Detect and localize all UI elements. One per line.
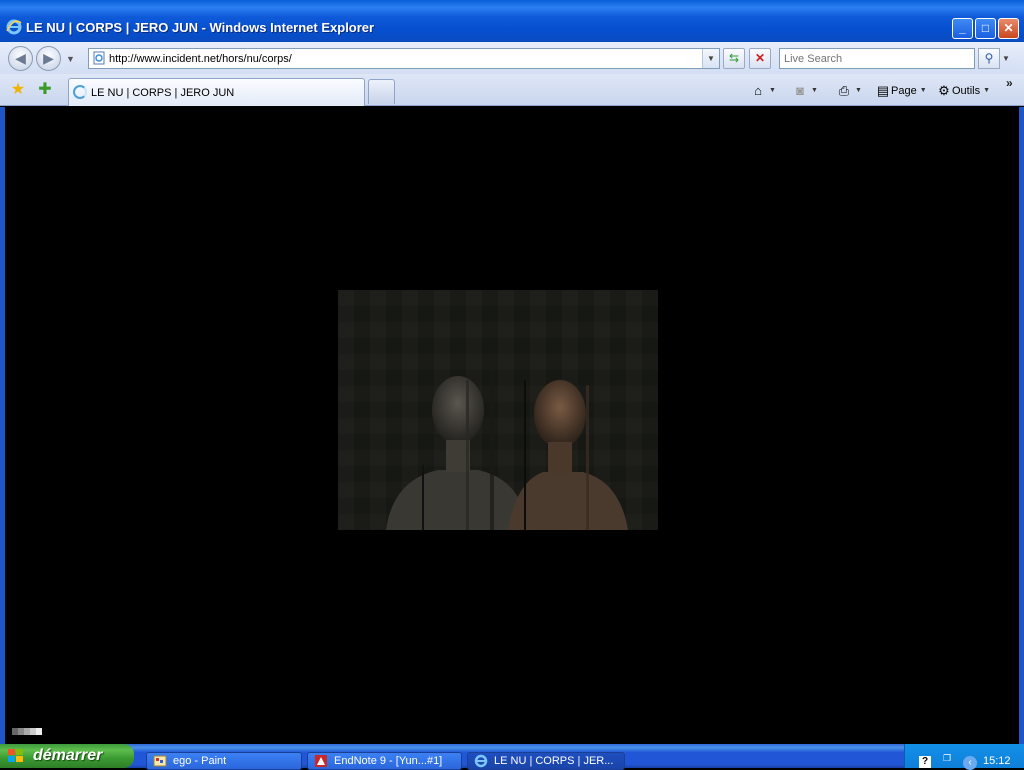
tab-label: LE NU | CORPS | JERO JUN <box>91 87 235 99</box>
taskbar-item-paint[interactable]: ego - Paint <box>146 752 302 770</box>
ie-logo-icon <box>6 19 22 35</box>
feeds-button[interactable]: ◙ ▼ <box>792 81 818 101</box>
address-toolbar: ◀ ▶ ▼ http://www.incident.net/hors/nu/co… <box>0 42 1024 74</box>
search-button[interactable]: ⚲ <box>978 48 1000 69</box>
artwork-image <box>338 290 658 530</box>
taskbar-item-label: ego - Paint <box>173 755 227 767</box>
loading-indicator <box>12 728 42 735</box>
start-label: démarrer <box>33 747 103 764</box>
restore-window-icon[interactable]: ❐ <box>943 753 951 764</box>
stop-button[interactable]: ✕ <box>749 48 771 69</box>
page-menu-button[interactable]: ▤ Page ▼ <box>875 81 927 101</box>
gear-icon: ⚙ <box>938 83 950 98</box>
home-button[interactable]: ⌂ ▼ <box>750 81 776 101</box>
start-button[interactable]: démarrer <box>0 744 134 768</box>
favorites-star-icon[interactable]: ★ <box>8 80 28 100</box>
endnote-app-icon <box>315 755 327 767</box>
maximize-button[interactable]: □ <box>975 18 996 39</box>
tools-menu-label: Outils <box>952 85 981 97</box>
taskbar-item-endnote[interactable]: EndNote 9 - [Yun...#1] <box>307 752 462 770</box>
back-button[interactable]: ◀ <box>8 46 33 71</box>
taskbar: démarrer ego - Paint EndNote 9 - [Yun...… <box>0 744 1024 770</box>
page-menu-icon: ▤ <box>876 83 890 98</box>
history-dropdown-icon[interactable]: ▼ <box>66 54 75 64</box>
tab-toolbar: ★ ✚ LE NU | CORPS | JERO JUN ⌂ ▼ ◙ ▼ ⎙ ▼ ▤ P… <box>0 74 1024 106</box>
new-tab-button[interactable] <box>368 79 395 104</box>
taskbar-item-label: EndNote 9 - [Yun...#1] <box>334 755 443 767</box>
clock: 15:12 <box>983 755 1011 767</box>
tools-menu-dropdown-icon: ▼ <box>983 87 991 94</box>
refresh-button[interactable]: ⇆ <box>723 48 745 69</box>
add-favorite-icon[interactable]: ✚ <box>35 80 55 100</box>
taskbar-item-label: LE NU | CORPS | JER... <box>494 755 614 767</box>
tab-active[interactable]: LE NU | CORPS | JERO JUN <box>68 78 365 106</box>
home-icon: ⌂ <box>754 83 762 98</box>
address-dropdown-icon[interactable]: ▼ <box>702 49 719 68</box>
help-icon[interactable]: ? <box>919 756 931 768</box>
page-icon <box>93 51 105 65</box>
window-frame-right <box>1019 107 1024 744</box>
printer-icon: ⎙ <box>838 83 850 98</box>
forward-arrow-icon: ▶ <box>43 50 54 66</box>
title-bar: LE NU | CORPS | JERO JUN - Windows Inter… <box>0 0 1024 42</box>
feeds-dropdown-icon: ▼ <box>811 87 818 94</box>
address-field[interactable]: http://www.incident.net/hors/nu/corps/ ▼ <box>88 48 720 69</box>
tools-menu-button[interactable]: ⚙ Outils ▼ <box>936 81 990 101</box>
page-menu-label: Page <box>891 85 917 97</box>
double-portrait-graphic <box>386 370 628 530</box>
system-tray: ? ❐ ‹ 15:12 <box>904 744 1024 770</box>
print-dropdown-icon[interactable]: ▼ <box>855 87 862 94</box>
more-commands-chevron-icon[interactable]: » <box>1006 76 1013 90</box>
print-button[interactable]: ⎙ ▼ <box>836 81 862 101</box>
ie-logo-icon <box>474 754 488 768</box>
windows-flag-icon <box>8 749 23 762</box>
refresh-icon: ⇆ <box>728 51 740 65</box>
back-arrow-icon: ◀ <box>15 50 26 66</box>
minimize-button[interactable]: _ <box>952 18 973 39</box>
stop-icon: ✕ <box>754 51 766 65</box>
rss-feed-icon: ◙ <box>796 83 804 98</box>
taskbar-item-ie[interactable]: LE NU | CORPS | JER... <box>467 752 625 770</box>
close-button[interactable]: ✕ <box>998 18 1019 39</box>
paint-app-icon <box>153 755 167 767</box>
page-menu-dropdown-icon: ▼ <box>919 87 927 94</box>
page-content <box>5 107 1019 744</box>
search-icon: ⚲ <box>984 51 994 65</box>
home-dropdown-icon[interactable]: ▼ <box>769 87 776 94</box>
window-title: LE NU | CORPS | JERO JUN - Windows Inter… <box>26 20 375 35</box>
url-text: http://www.incident.net/hors/nu/corps/ <box>109 53 292 65</box>
search-options-dropdown-icon[interactable]: ▼ <box>1002 54 1010 63</box>
loading-spinner-icon <box>73 85 87 99</box>
search-input[interactable] <box>779 48 975 69</box>
forward-button[interactable]: ▶ <box>36 46 61 71</box>
